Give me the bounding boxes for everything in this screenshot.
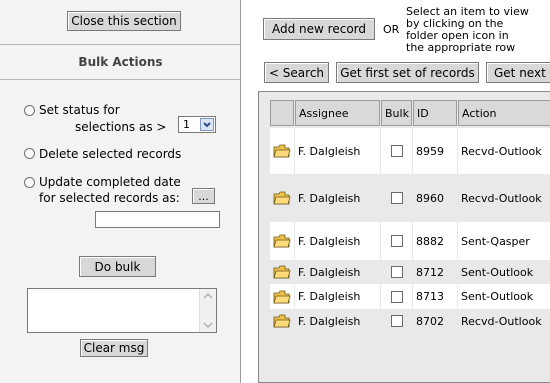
assignee-cell: F. Dalgleish bbox=[295, 222, 380, 260]
table-row: F. Dalgleish 8713 Sent-Outlook bbox=[259, 284, 550, 309]
bulk-checkbox[interactable] bbox=[390, 266, 403, 278]
table-row: F. Dalgleish 8960 Recvd-Outlook bbox=[259, 174, 550, 222]
id-cell: 8702 bbox=[413, 309, 457, 333]
set-status-label: Set status for bbox=[39, 103, 120, 117]
clear-msg-button[interactable]: Clear msg bbox=[80, 339, 148, 357]
instructions-line: the appropriate row bbox=[406, 41, 516, 54]
divider bbox=[0, 44, 240, 45]
section-title: Bulk Actions bbox=[78, 55, 163, 69]
update-date-label: Update completed date bbox=[39, 175, 181, 189]
id-cell: 8713 bbox=[413, 284, 457, 309]
header-assignee: Assignee bbox=[295, 100, 380, 126]
folder-open-icon[interactable] bbox=[273, 144, 291, 158]
id-cell: 8960 bbox=[413, 174, 457, 222]
table-row: F. Dalgleish 8959 Recvd-Outlook bbox=[259, 128, 550, 174]
assignee-cell: F. Dalgleish bbox=[295, 260, 380, 284]
bulk-checkbox[interactable] bbox=[390, 145, 403, 157]
table-row: F. Dalgleish 8882 Sent-Qasper bbox=[259, 222, 550, 260]
id-cell: 8959 bbox=[413, 128, 457, 174]
status-select-value: 1 bbox=[183, 118, 190, 131]
folder-open-icon[interactable] bbox=[273, 234, 291, 248]
assignee-cell: F. Dalgleish bbox=[295, 174, 380, 222]
folder-open-icon[interactable] bbox=[273, 314, 291, 328]
or-label: OR bbox=[383, 23, 400, 36]
icon-cell bbox=[270, 309, 294, 333]
bulk-actions-panel: Close this section Bulk Actions Set stat… bbox=[0, 0, 241, 383]
status-select[interactable]: 1 bbox=[178, 116, 216, 133]
icon-cell bbox=[270, 284, 294, 309]
bulk-cell bbox=[381, 128, 412, 174]
bulk-cell bbox=[381, 260, 412, 284]
bulk-checkbox[interactable] bbox=[390, 290, 403, 303]
chevron-down-icon[interactable] bbox=[200, 118, 214, 131]
records-table: Assignee Bulk ID Action F. Dalgleish 8959… bbox=[258, 91, 550, 383]
set-status-radio[interactable] bbox=[24, 105, 35, 116]
action-cell: Sent-Qasper bbox=[458, 222, 550, 260]
folder-open-icon[interactable] bbox=[273, 265, 291, 279]
set-status-label-2: selections as > bbox=[75, 120, 167, 134]
completed-date-input[interactable] bbox=[95, 211, 220, 228]
bulk-cell bbox=[381, 174, 412, 222]
message-scrollbar[interactable] bbox=[199, 289, 216, 332]
add-new-record-button[interactable]: Add new record bbox=[263, 18, 375, 40]
bulk-checkbox[interactable] bbox=[390, 192, 403, 204]
action-cell: Sent-Outlook bbox=[458, 260, 550, 284]
update-date-radio[interactable] bbox=[24, 177, 35, 188]
header-action: Action bbox=[458, 100, 550, 126]
header-bulk: Bulk bbox=[381, 100, 412, 126]
id-cell: 8712 bbox=[413, 260, 457, 284]
date-picker-button[interactable]: ... bbox=[192, 188, 215, 204]
table-row: F. Dalgleish 8702 Recvd-Outlook bbox=[259, 309, 550, 333]
action-cell: Recvd-Outlook bbox=[458, 174, 550, 222]
close-section-button[interactable]: Close this section bbox=[67, 11, 181, 31]
icon-cell bbox=[270, 128, 294, 174]
id-cell: 8882 bbox=[413, 222, 457, 260]
bulk-cell bbox=[381, 284, 412, 309]
action-cell: Recvd-Outlook bbox=[458, 309, 550, 333]
instructions-text: Select an item to view by clicking on th… bbox=[406, 6, 550, 54]
divider bbox=[0, 79, 240, 80]
icon-cell bbox=[270, 222, 294, 260]
icon-cell bbox=[270, 174, 294, 222]
delete-records-radio[interactable] bbox=[24, 148, 35, 159]
search-back-button[interactable]: < Search bbox=[264, 62, 329, 83]
icon-cell bbox=[270, 260, 294, 284]
action-cell: Recvd-Outlook bbox=[458, 128, 550, 174]
action-cell: Sent-Outlook bbox=[458, 284, 550, 309]
do-bulk-button[interactable]: Do bulk bbox=[79, 256, 156, 277]
get-next-records-button[interactable]: Get next s bbox=[486, 62, 550, 83]
header-id: ID bbox=[413, 100, 457, 126]
folder-open-icon[interactable] bbox=[273, 191, 291, 205]
assignee-cell: F. Dalgleish bbox=[295, 284, 380, 309]
folder-open-icon[interactable] bbox=[273, 290, 291, 304]
bulk-cell bbox=[381, 309, 412, 333]
header-icon-col bbox=[270, 100, 294, 126]
get-first-records-button[interactable]: Get first set of records bbox=[336, 62, 479, 83]
assignee-cell: F. Dalgleish bbox=[295, 128, 380, 174]
bulk-cell bbox=[381, 222, 412, 260]
delete-records-label: Delete selected records bbox=[39, 147, 182, 161]
bulk-checkbox[interactable] bbox=[390, 315, 403, 327]
bulk-checkbox[interactable] bbox=[390, 235, 403, 247]
update-date-label-2: for selected records as: bbox=[39, 191, 180, 205]
message-textarea[interactable] bbox=[27, 288, 217, 333]
table-row: F. Dalgleish 8712 Sent-Outlook bbox=[259, 260, 550, 284]
assignee-cell: F. Dalgleish bbox=[295, 309, 380, 333]
